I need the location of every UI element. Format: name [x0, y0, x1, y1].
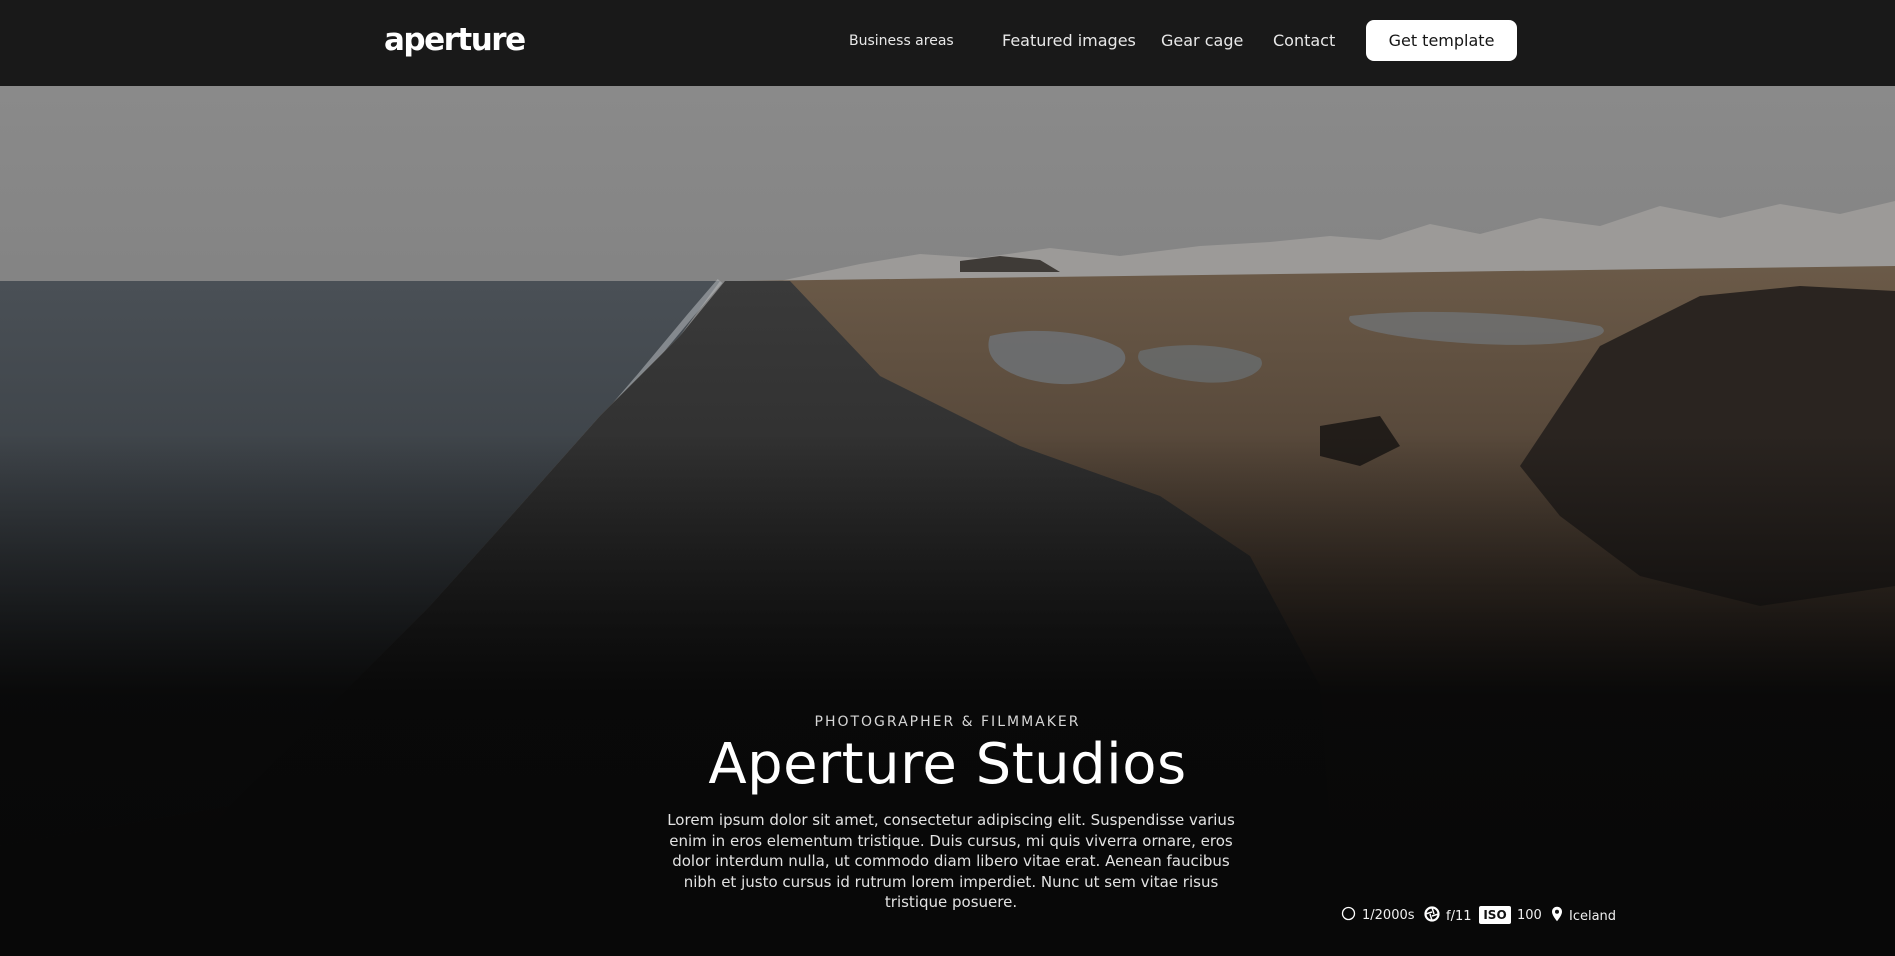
- nav-featured-images[interactable]: Featured images: [1002, 31, 1136, 50]
- iso-icon: ISO: [1479, 906, 1511, 924]
- exif-shutter: 1/2000s: [1341, 906, 1415, 925]
- location-pin-icon: [1551, 906, 1563, 926]
- hero-eyebrow: PHOTOGRAPHER & FILMMAKER: [814, 714, 1081, 730]
- iso-value: 100: [1517, 907, 1542, 923]
- location-value: Iceland: [1569, 908, 1617, 924]
- exif-iso: ISO 100: [1479, 906, 1542, 924]
- nav-gear-cage[interactable]: Gear cage: [1161, 31, 1243, 50]
- aperture-icon: [1424, 906, 1440, 926]
- shutter-value: 1/2000s: [1362, 908, 1415, 923]
- hero-title: Aperture Studios: [708, 732, 1187, 797]
- nav-contact[interactable]: Contact: [1273, 31, 1335, 50]
- nav-business-areas[interactable]: Business areas: [849, 33, 954, 49]
- hero-section: PHOTOGRAPHER & FILMMAKER Aperture Studio…: [0, 86, 1895, 956]
- exif-aperture: f/11: [1424, 906, 1472, 926]
- logo[interactable]: aperture: [384, 22, 526, 58]
- exif-location: Iceland: [1551, 906, 1616, 926]
- aperture-value: f/11: [1446, 908, 1472, 924]
- shutter-icon: [1341, 906, 1356, 925]
- hero-description: Lorem ipsum dolor sit amet, consectetur …: [667, 811, 1235, 911]
- navbar: aperture Business areas Featured images …: [0, 0, 1895, 86]
- get-template-button[interactable]: Get template: [1366, 20, 1517, 61]
